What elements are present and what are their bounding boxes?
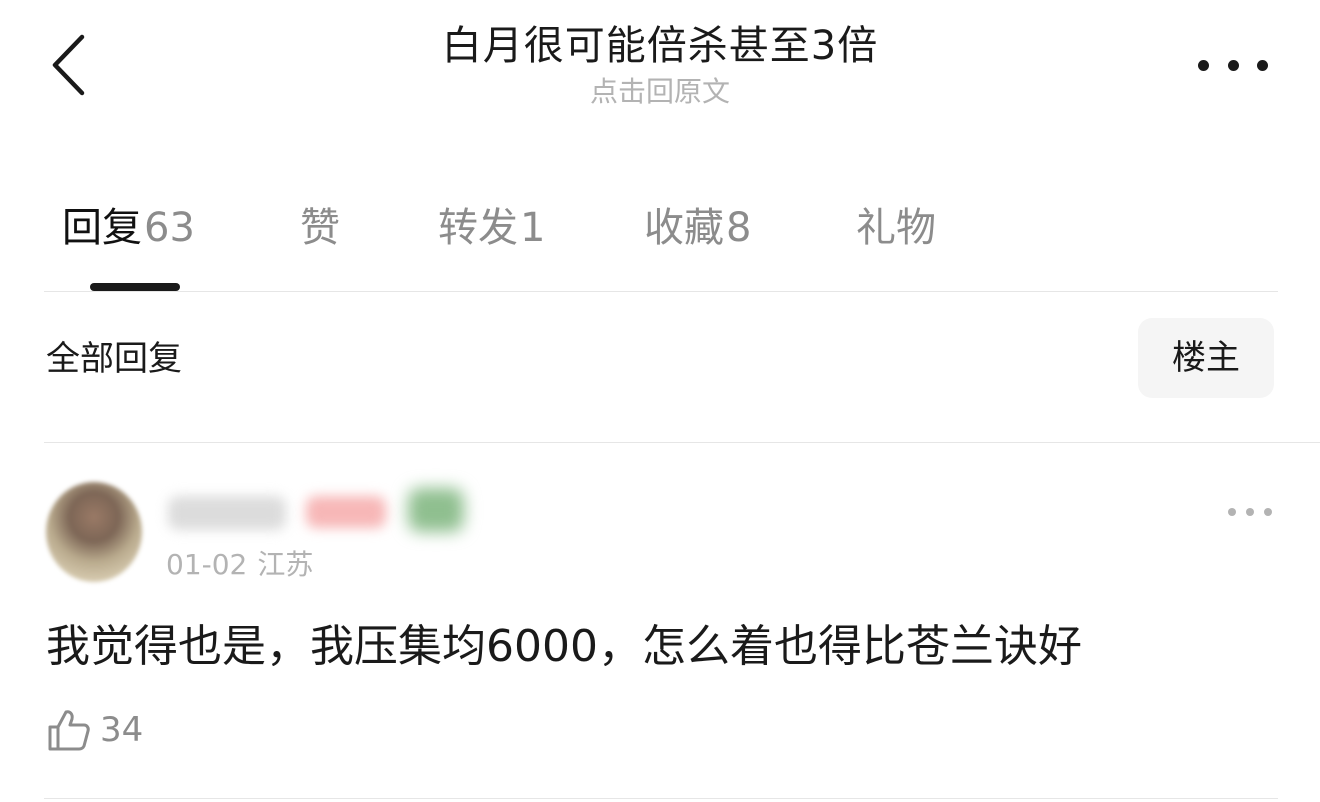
tab-label: 回复 [62,205,142,251]
tab-count: 8 [726,205,752,251]
back-to-original-link[interactable]: 点击回原文 [0,72,1320,112]
avatar[interactable] [46,482,142,582]
divider [44,442,1320,443]
comment-location: 江苏 [257,548,314,581]
divider [44,291,1278,292]
post-replies-screen: 白月很可能倍杀甚至3倍 点击回原文 回复63 赞 转发1 收藏8 礼物 全部回复… [0,0,1320,802]
tab-label: 转发 [438,205,518,251]
more-horizontal-icon [1198,59,1209,71]
tab-favorites[interactable]: 收藏8 [644,196,751,260]
active-tab-indicator [90,283,180,291]
tab-replies[interactable]: 回复63 [62,196,195,260]
tab-likes[interactable]: 赞 [300,196,340,260]
thumbs-up-icon [48,710,90,751]
all-replies-label: 全部回复 [46,339,182,379]
username-redacted[interactable] [168,496,286,530]
tab-count: 1 [520,205,546,251]
user-badge-redacted [306,496,386,528]
comment-more-button[interactable] [1228,500,1272,524]
comment-date: 01-02 [166,548,248,581]
comment-text: 我觉得也是，我压集均6000，怎么着也得比苍兰诀好 [46,621,1082,672]
user-badge-redacted [408,488,464,532]
tab-label: 赞 [300,205,340,251]
like-button[interactable]: 34 [46,704,143,756]
page-title: 白月很可能倍杀甚至3倍 [441,23,879,69]
like-count: 34 [100,710,144,750]
divider [44,798,1278,799]
tab-label: 礼物 [856,205,936,251]
tab-gifts[interactable]: 礼物 [856,196,936,260]
tab-bar: 回复63 赞 转发1 收藏8 礼物 [0,196,1320,260]
tab-label: 收藏 [644,205,724,251]
tab-reposts[interactable]: 转发1 [438,196,545,260]
more-horizontal-icon [1228,508,1236,516]
more-options-button[interactable] [1198,50,1268,80]
tab-count: 63 [144,205,195,251]
op-only-filter-button[interactable]: 楼主 [1138,318,1274,398]
comment-meta: 01-02 江苏 [166,546,313,584]
